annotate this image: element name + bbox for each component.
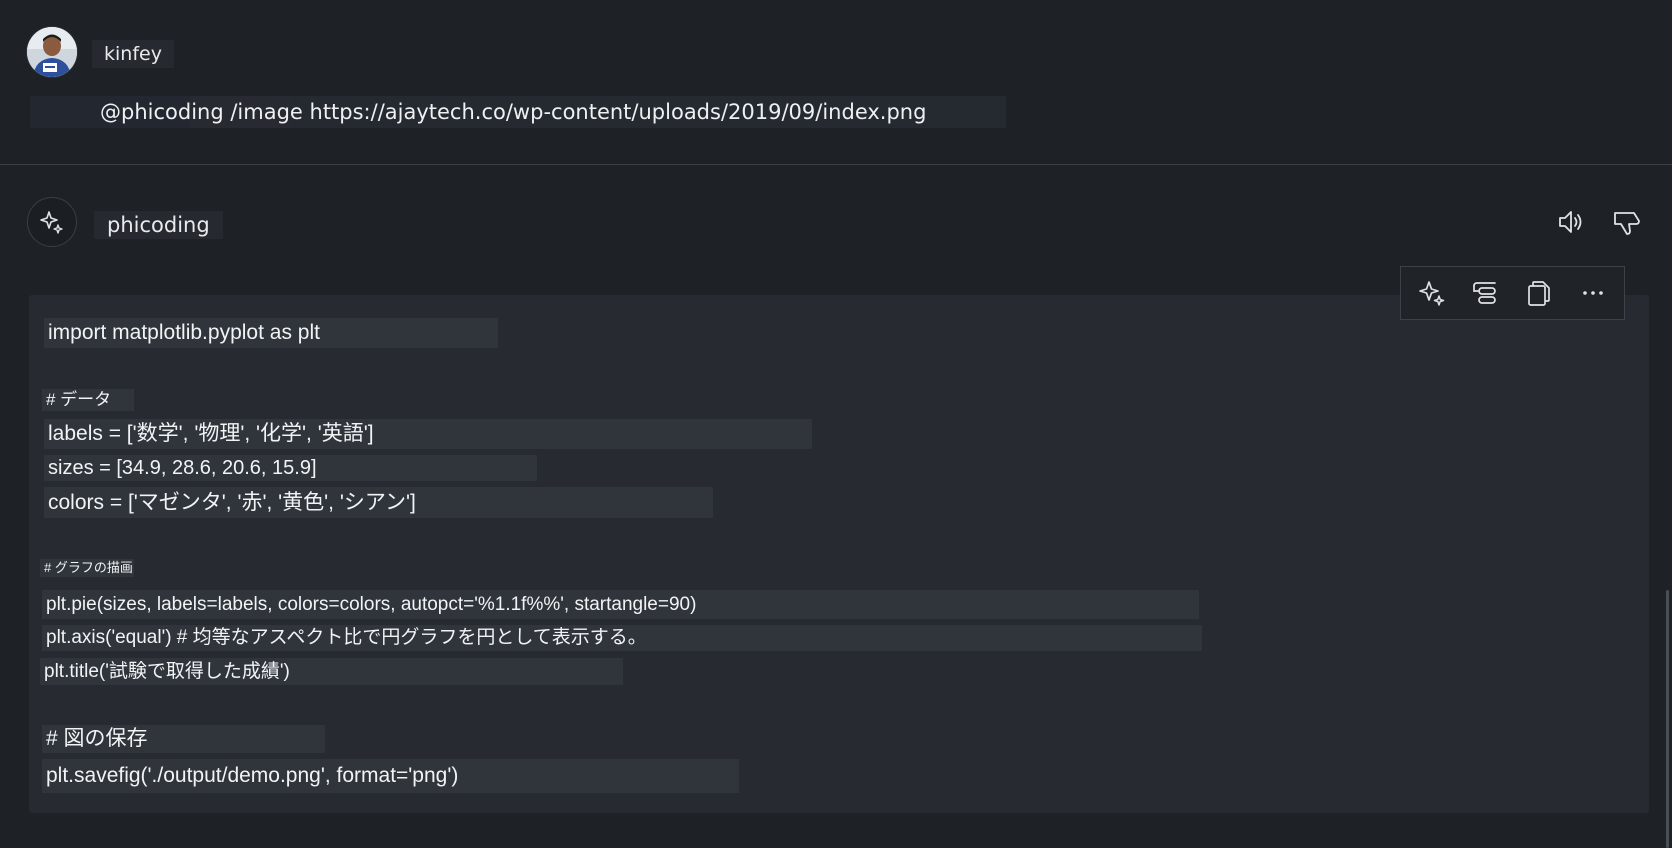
code-block: import matplotlib.pyplot as plt # データ la… xyxy=(29,295,1649,813)
code-line: plt.pie(sizes, labels=labels, colors=col… xyxy=(42,590,1199,619)
code-line: # データ xyxy=(42,389,134,411)
chat-view: kinfey @phicoding /image https://ajaytec… xyxy=(0,0,1672,848)
sparkle-icon xyxy=(1419,281,1445,306)
code-line: import matplotlib.pyplot as plt xyxy=(44,318,498,348)
code-line: plt.title('試験で取得した成績') xyxy=(40,658,623,685)
code-block-toolbar xyxy=(1400,266,1625,320)
code-line: colors = ['マゼンタ', '赤', '黄色', 'シアン'] xyxy=(44,487,713,518)
more-actions-button[interactable] xyxy=(1571,271,1615,315)
thumbs-down-icon[interactable] xyxy=(1609,204,1645,240)
speaker-icon[interactable] xyxy=(1553,204,1589,240)
bot-avatar xyxy=(27,197,77,247)
scrollbar-thumb[interactable] xyxy=(1666,590,1669,848)
user-name: kinfey xyxy=(92,40,174,68)
code-line: plt.axis('equal') # 均等なアスペクト比で円グラフを円として表… xyxy=(42,625,1202,651)
code-line: sizes = [34.9, 28.6, 20.6, 15.9] xyxy=(44,455,537,481)
code-line: plt.savefig('./output/demo.png', format=… xyxy=(42,759,739,793)
bot-name: phicoding xyxy=(94,211,223,239)
user-avatar[interactable] xyxy=(27,27,77,77)
insert-at-cursor-button[interactable] xyxy=(1464,271,1508,315)
insert-at-cursor-icon xyxy=(1472,282,1496,304)
copy-icon xyxy=(1528,281,1551,306)
user-photo-avatar xyxy=(27,27,77,77)
code-line: # グラフの描画 xyxy=(40,559,134,577)
user-prompt-text: @phicoding /image https://ajaytech.co/wp… xyxy=(100,100,927,124)
message-divider xyxy=(0,164,1672,165)
code-line: # 図の保存 xyxy=(42,725,325,753)
copy-button[interactable] xyxy=(1517,271,1561,315)
message-actions xyxy=(1553,204,1645,240)
sparkle-icon xyxy=(40,211,63,234)
more-icon xyxy=(1583,291,1603,295)
code-line: labels = ['数学', '物理', '化学', '英語'] xyxy=(44,419,812,449)
apply-in-editor-button[interactable] xyxy=(1410,271,1454,315)
